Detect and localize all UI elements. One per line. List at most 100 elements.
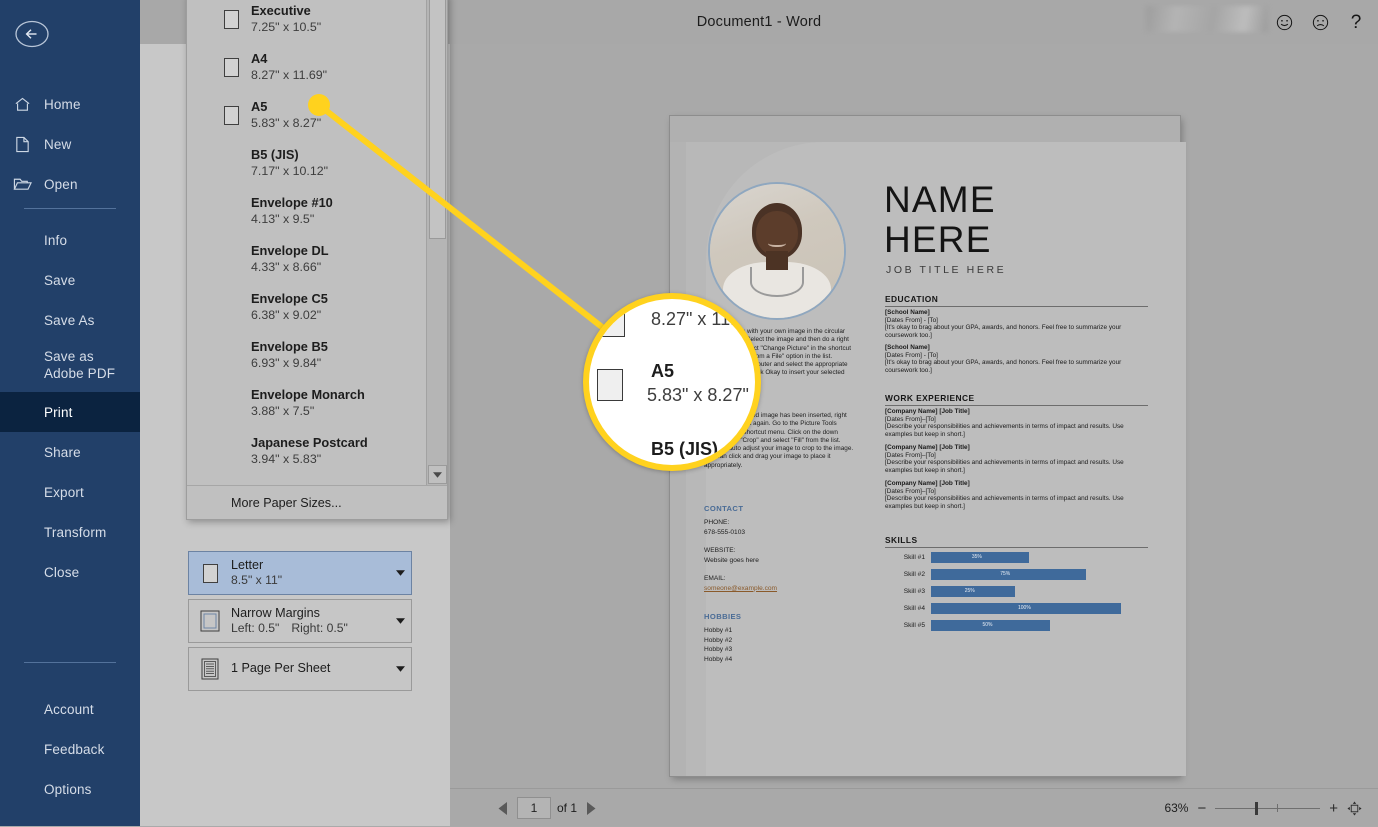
paper-size-list[interactable]: Executive 7.25" x 10.5" A4 8.27" x 11.69" A5…	[187, 0, 427, 485]
zoom-slider[interactable]	[1215, 801, 1321, 815]
paper-size-dropdown[interactable]: Letter 8.5" x 11"	[188, 551, 412, 595]
email-value[interactable]: someone@example.com	[704, 585, 777, 592]
skill-bar-row: Skill #1 35%	[885, 552, 1148, 566]
blurred-account-name	[1146, 6, 1268, 32]
paper-size-item[interactable]: A64.13" x 5.83"	[187, 475, 427, 485]
zoom-to-page-icon[interactable]	[1347, 800, 1362, 816]
chevron-down-icon[interactable]	[389, 666, 411, 672]
margins-left-value: Left: 0.5"	[231, 621, 280, 636]
frowning-face-icon[interactable]	[1300, 0, 1340, 44]
zoom-in-button[interactable]: +	[1329, 801, 1338, 816]
paper-size-name: Envelope B5	[251, 338, 328, 354]
sidebar-item-save-as-adobe-pdf[interactable]: Save as Adobe PDF	[0, 340, 140, 392]
backstage-navigation: Home New Open Info Save Save As Save as …	[0, 0, 140, 826]
paper-size-item[interactable]: Executive 7.25" x 10.5"	[187, 0, 427, 43]
magnifier-paper-icon	[597, 369, 623, 401]
resume-contact-website: WEBSITE: Website goes here	[704, 546, 854, 565]
sidebar-item-transform[interactable]: Transform	[0, 512, 140, 552]
resume-top-stripe	[670, 116, 1180, 142]
skill-bar-label: Skill #2	[903, 571, 925, 578]
page-number-input[interactable]: 1	[517, 797, 551, 819]
work-dates-2: [Dates From]–[To]	[885, 451, 936, 459]
hobby-item: Hobby #3	[704, 646, 733, 653]
sidebar-item-label: Feedback	[44, 741, 105, 757]
edu-body-2: [It's okay to brag about your GPA, award…	[885, 359, 1122, 374]
nav-divider-bottom	[24, 662, 116, 663]
paper-size-item[interactable]: Envelope B5 6.93" x 9.84"	[187, 331, 427, 379]
edu-body-1: [It's okay to brag about your GPA, award…	[885, 324, 1122, 339]
sidebar-item-open[interactable]: Open	[0, 164, 140, 204]
skill-bar-row: Skill #5 50%	[885, 620, 1148, 634]
paper-size-item[interactable]: Envelope C5 6.38" x 9.02"	[187, 283, 427, 331]
paper-size-item[interactable]: Envelope Monarch 3.88" x 7.5"	[187, 379, 427, 427]
sidebar-item-export[interactable]: Export	[0, 472, 140, 512]
skill-bar-label: Skill #1	[903, 554, 925, 561]
more-paper-sizes-item[interactable]: More Paper Sizes...	[187, 485, 447, 519]
sidebar-item-options[interactable]: Options	[0, 769, 140, 809]
margins-right-value: Right: 0.5"	[291, 621, 348, 636]
sidebar-item-home[interactable]: Home	[0, 84, 140, 124]
previous-page-icon[interactable]	[495, 797, 511, 819]
paper-menu-scrollbar[interactable]	[426, 0, 447, 485]
paper-size-name: B5 (JIS)	[251, 146, 299, 162]
sidebar-item-label: Print	[44, 404, 73, 420]
zoom-out-button[interactable]: −	[1197, 801, 1206, 816]
phone-value: 678-555-0103	[704, 528, 746, 536]
sidebar-item-new[interactable]: New	[0, 124, 140, 164]
page-icon	[0, 136, 44, 153]
paper-size-item[interactable]: Japanese Postcard 3.94" x 5.83"	[187, 427, 427, 475]
smiley-face-icon[interactable]	[1264, 0, 1304, 44]
sidebar-item-label: Transform	[44, 524, 107, 540]
skill-bar-value: 75%	[1000, 571, 1011, 577]
email-label: EMAIL:	[704, 575, 726, 582]
paper-size-name: Envelope C5	[251, 290, 328, 306]
back-arrow-icon[interactable]	[12, 14, 52, 54]
sidebar-item-label: Options	[44, 781, 92, 797]
sidebar-item-save-as[interactable]: Save As	[0, 300, 140, 340]
paper-size-dimensions: 7.25" x 10.5"	[251, 20, 322, 35]
scroll-down-icon[interactable]	[428, 465, 447, 484]
chevron-down-icon[interactable]	[389, 618, 411, 624]
resume-hobbies-heading: HOBBIES	[704, 612, 742, 621]
sidebar-item-share[interactable]: Share	[0, 432, 140, 472]
pages-per-sheet-dropdown[interactable]: 1 Page Per Sheet	[188, 647, 412, 691]
paper-size-title: Letter	[231, 557, 264, 572]
edu-school-2: [School Name]	[885, 344, 930, 351]
paper-size-menu[interactable]: Executive 7.25" x 10.5" A4 8.27" x 11.69" A5…	[186, 0, 448, 520]
magnifier-row1-dim: 5.83" x 8.27"	[647, 385, 749, 405]
paper-size-item[interactable]: A4 8.27" x 11.69"	[187, 43, 427, 91]
sidebar-item-label: Open	[44, 176, 78, 192]
chevron-down-icon[interactable]	[389, 570, 411, 576]
sidebar-item-print[interactable]: Print	[0, 392, 140, 432]
zoom-percent-label[interactable]: 63%	[1164, 801, 1188, 815]
sidebar-item-feedback[interactable]: Feedback	[0, 729, 140, 769]
work-company-2: [Company Name] [Job Title]	[885, 444, 970, 451]
paper-size-name: A5	[251, 98, 268, 114]
help-glyph: ?	[1350, 11, 1362, 33]
scrollbar-thumb[interactable]	[429, 0, 446, 239]
help-icon[interactable]: ?	[1336, 0, 1376, 44]
paper-size-name: Japanese Postcard	[251, 434, 368, 450]
paper-size-item[interactable]: Envelope #10 4.13" x 9.5"	[187, 187, 427, 235]
paper-size-item[interactable]: Envelope DL 4.33" x 8.66"	[187, 235, 427, 283]
paper-size-dimensions: 8.27" x 11.69"	[251, 68, 328, 83]
sidebar-item-label: New	[44, 136, 72, 152]
hobby-item: Hobby #4	[704, 655, 733, 663]
sidebar-item-label: Save as Adobe PDF	[44, 349, 116, 381]
resume-name-line1: NAME	[884, 179, 996, 220]
sidebar-item-save[interactable]: Save	[0, 260, 140, 300]
skill-bar-label: Skill #4	[903, 605, 925, 612]
sidebar-item-info[interactable]: Info	[0, 220, 140, 260]
margins-dropdown[interactable]: Narrow Margins Left: 0.5" Right: 0.5"	[188, 599, 412, 643]
zoom-slider-thumb[interactable]	[1255, 802, 1258, 815]
paper-size-item[interactable]: A5 5.83" x 8.27"	[187, 91, 427, 139]
next-page-icon[interactable]	[583, 797, 599, 819]
hobby-item: Hobby #2	[704, 636, 733, 644]
sidebar-item-account[interactable]: Account	[0, 689, 140, 729]
sidebar-item-close[interactable]: Close	[0, 552, 140, 592]
margins-title: Narrow Margins	[231, 605, 320, 620]
paper-page-icon	[211, 105, 251, 125]
paper-size-item[interactable]: B5 (JIS) 7.17" x 10.12"	[187, 139, 427, 187]
paper-size-detail: 8.5" x 11"	[231, 573, 283, 588]
sidebar-item-label: Save As	[44, 312, 95, 328]
